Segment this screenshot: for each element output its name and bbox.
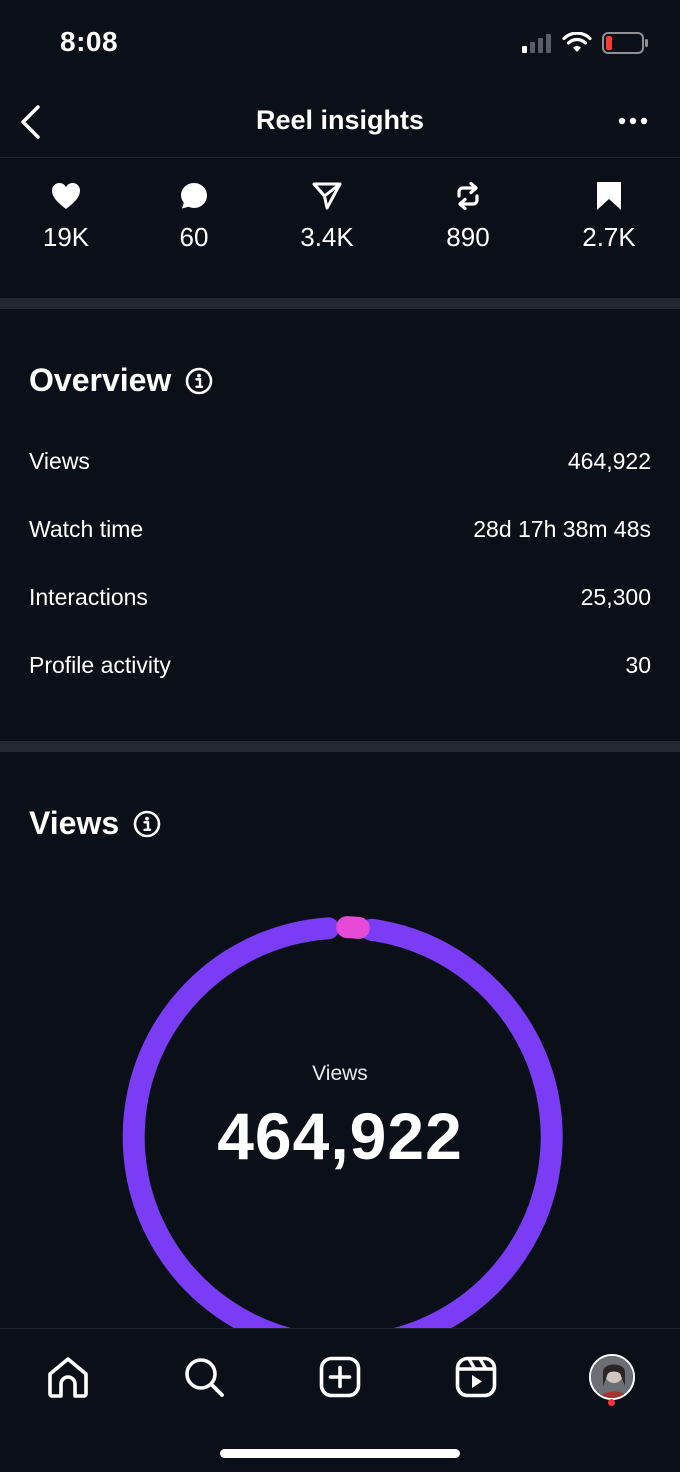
- status-icons: [522, 30, 650, 56]
- engagement-stats: 19K 60 3.4K 890 2.7K: [0, 178, 680, 268]
- metric-label: Profile activity: [29, 651, 171, 678]
- stat-value: 2.7K: [582, 222, 636, 252]
- stat-saves: 2.7K: [549, 178, 669, 253]
- tab-profile[interactable]: [584, 1349, 640, 1405]
- metric-label: Interactions: [29, 583, 148, 610]
- heart-icon: [52, 183, 80, 209]
- tab-create[interactable]: [312, 1349, 368, 1405]
- donut-segment-secondary: [336, 916, 370, 939]
- donut-value: 464,922: [217, 1099, 463, 1173]
- repost-icon: [457, 182, 479, 210]
- metric-row-views: Views 464,922: [29, 441, 651, 481]
- stat-value: 3.4K: [300, 222, 354, 252]
- section-divider: [0, 298, 680, 309]
- stat-value: 60: [179, 222, 209, 252]
- stat-comments: 60: [134, 178, 254, 253]
- section-divider: [0, 741, 680, 752]
- wifi-icon: [562, 32, 592, 52]
- home-indicator: [220, 1449, 460, 1458]
- metric-label: Views: [29, 447, 90, 474]
- share-icon: [312, 182, 342, 210]
- status-bar: 8:08: [0, 0, 680, 88]
- stat-reposts: 890: [408, 178, 528, 253]
- views-section-title: Views: [29, 805, 161, 842]
- bottom-tab-bar: [0, 1328, 680, 1472]
- search-icon: [185, 1358, 224, 1397]
- notification-dot: [608, 1399, 615, 1406]
- avatar: [589, 1354, 635, 1400]
- tab-search[interactable]: [176, 1349, 232, 1405]
- more-horizontal-icon: [618, 117, 648, 125]
- info-icon[interactable]: [133, 810, 161, 838]
- more-options-button[interactable]: [616, 108, 650, 134]
- stat-likes: 19K: [6, 178, 126, 253]
- reels-icon: [455, 1356, 497, 1398]
- page-title: Reel insights: [255, 105, 425, 135]
- status-time: 8:08: [60, 26, 119, 57]
- comment-icon: [181, 183, 207, 209]
- cellular-signal-icon: [522, 34, 551, 53]
- nav-bar: Reel insights: [0, 88, 680, 158]
- metric-value: 25,300: [580, 583, 651, 610]
- tab-home[interactable]: [40, 1349, 96, 1405]
- metric-value: 30: [625, 651, 651, 678]
- home-icon: [48, 1357, 88, 1398]
- metric-label: Watch time: [29, 515, 144, 542]
- metric-value: 28d 17h 38m 48s: [473, 515, 651, 542]
- donut-label: Views: [312, 1062, 368, 1085]
- overview-title: Overview: [29, 362, 172, 398]
- bookmark-icon: [597, 182, 621, 210]
- battery-icon: [602, 32, 648, 54]
- stat-shares: 3.4K: [267, 178, 387, 253]
- stat-value: 19K: [42, 222, 90, 252]
- stat-value: 890: [446, 222, 490, 252]
- metric-row-watch-time: Watch time 28d 17h 38m 48s: [29, 509, 651, 549]
- metric-row-interactions: Interactions 25,300: [29, 577, 651, 617]
- overview-section-title: Overview: [29, 362, 213, 399]
- metric-row-profile-activity: Profile activity 30: [29, 645, 651, 685]
- tab-reels[interactable]: [448, 1349, 504, 1405]
- views-title: Views: [29, 805, 120, 841]
- metric-value: 464,922: [567, 447, 651, 474]
- info-icon[interactable]: [185, 367, 213, 395]
- create-icon: [319, 1356, 361, 1398]
